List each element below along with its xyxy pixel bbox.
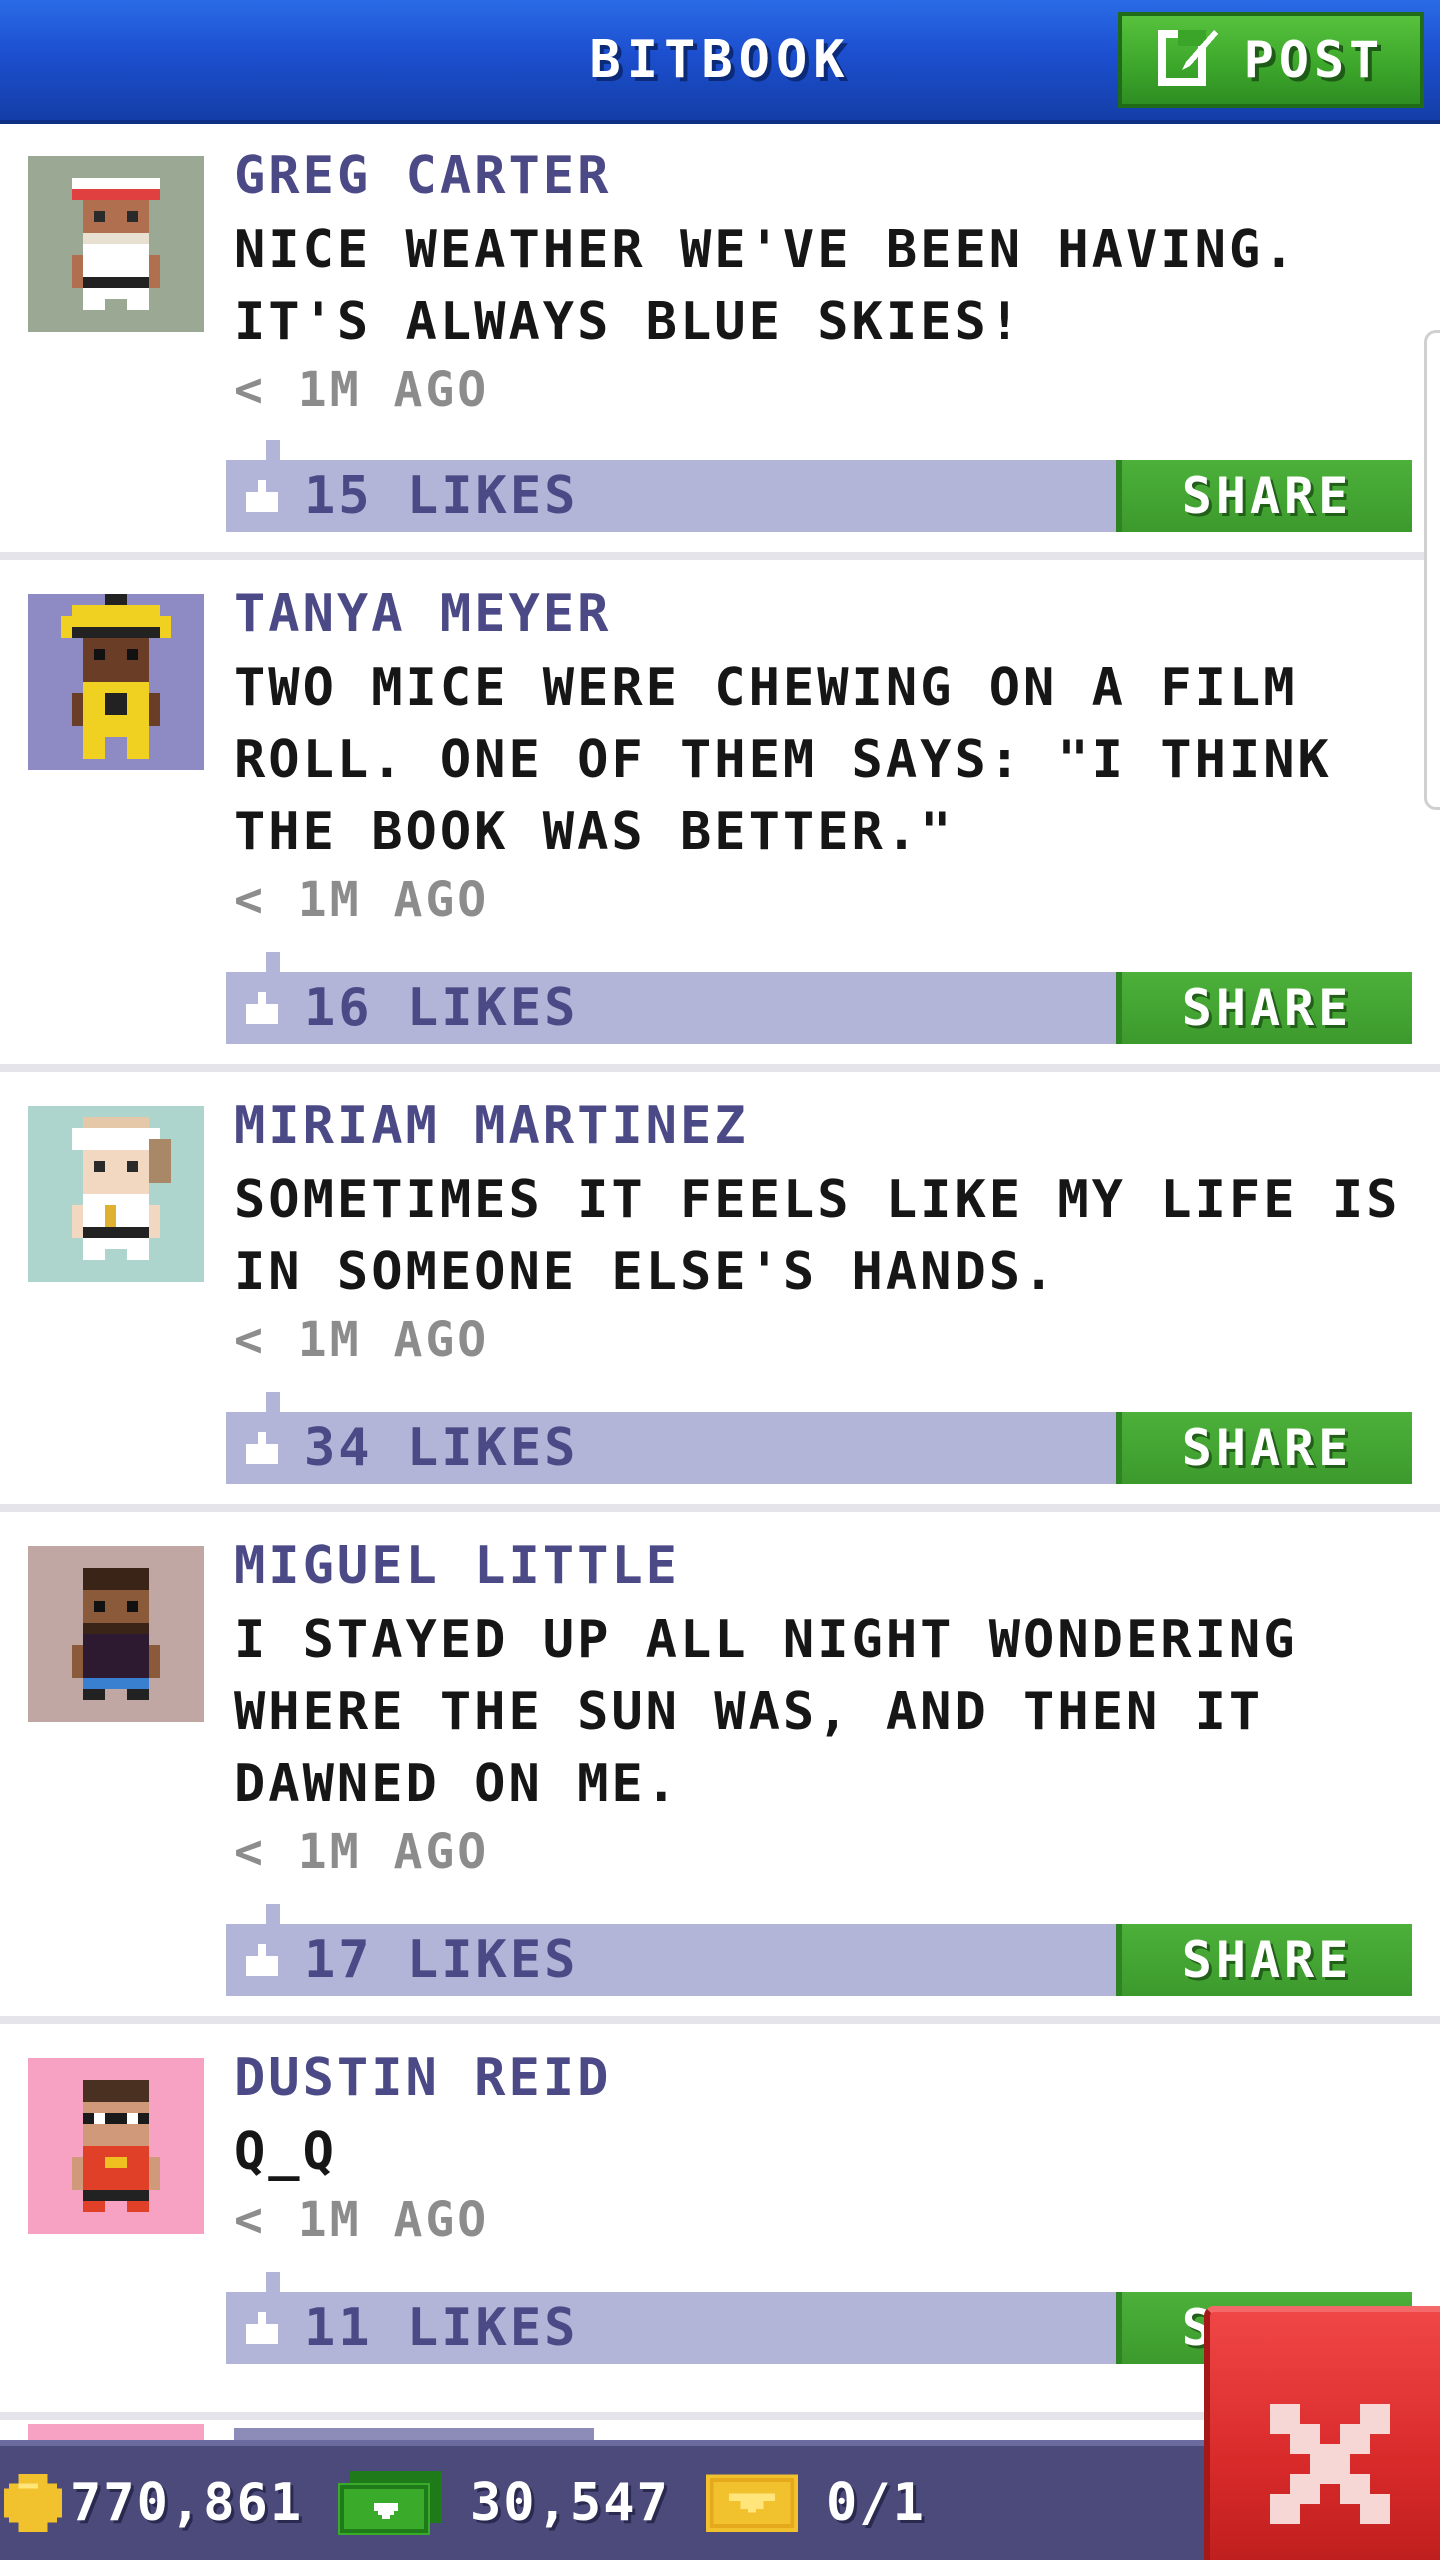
- post-time: < 1M AGO: [234, 872, 490, 928]
- ticket-icon: [706, 2474, 798, 2532]
- like-bar: 34 LIKES SHARE: [226, 1392, 1412, 1484]
- likes-count: 17 LIKES: [304, 1930, 579, 1990]
- post-author[interactable]: GREG CARTER: [234, 146, 611, 206]
- bux-stat: 30,547: [338, 2446, 670, 2560]
- like-bar: 16 LIKES SHARE: [226, 952, 1412, 1044]
- post-time: < 1M AGO: [234, 1824, 490, 1880]
- feed-post: GREG CARTER NICE WEATHER WE'VE BEEN HAVI…: [0, 128, 1440, 560]
- bux-count: 30,547: [470, 2473, 670, 2533]
- post-author: [234, 2428, 594, 2440]
- likes-count: 15 LIKES: [304, 466, 579, 526]
- avatar: [28, 2424, 204, 2440]
- share-button[interactable]: SHARE: [1116, 1924, 1412, 1996]
- thumbs-up-icon[interactable]: [242, 988, 282, 1028]
- close-button[interactable]: [1204, 2306, 1440, 2560]
- scrollbar[interactable]: [1424, 330, 1440, 810]
- post-author[interactable]: TANYA MEYER: [234, 584, 611, 644]
- avatar[interactable]: [28, 2058, 204, 2234]
- coin-icon: [4, 2474, 62, 2532]
- avatar[interactable]: [28, 1546, 204, 1722]
- compose-icon: [1157, 22, 1222, 98]
- likes-count: 11 LIKES: [304, 2298, 579, 2358]
- like-bar: 17 LIKES SHARE: [226, 1904, 1412, 1996]
- vip-stat: 0/1: [706, 2446, 926, 2560]
- feed-post: MIRIAM MARTINEZ SOMETIMES IT FEELS LIKE …: [0, 1072, 1440, 1512]
- post-message: I STAYED UP ALL NIGHT WONDERING WHERE TH…: [234, 1610, 1298, 1814]
- post-message: NICE WEATHER WE'VE BEEN HAVING. IT'S ALW…: [234, 220, 1298, 352]
- app-header: BITBOOK POST: [0, 0, 1440, 124]
- close-icon: [1270, 2404, 1390, 2524]
- share-button[interactable]: SHARE: [1116, 1412, 1412, 1484]
- post-time: < 1M AGO: [234, 1312, 490, 1368]
- avatar[interactable]: [28, 594, 204, 770]
- likes-count: 16 LIKES: [304, 978, 579, 1038]
- feed-post: MIGUEL LITTLE I STAYED UP ALL NIGHT WOND…: [0, 1512, 1440, 2024]
- feed-post: TANYA MEYER TWO MICE WERE CHEWING ON A F…: [0, 560, 1440, 1072]
- vip-count: 0/1: [826, 2473, 926, 2533]
- post-author[interactable]: MIRIAM MARTINEZ: [234, 1096, 749, 1156]
- post-message: SOMETIMES IT FEELS LIKE MY LIFE IS IN SO…: [234, 1170, 1401, 1302]
- post-author[interactable]: DUSTIN REID: [234, 2048, 611, 2108]
- post-author[interactable]: MIGUEL LITTLE: [234, 1536, 680, 1596]
- thumbs-up-icon[interactable]: [242, 2308, 282, 2348]
- thumbs-up-icon[interactable]: [242, 476, 282, 516]
- post-button-label: POST: [1243, 31, 1385, 89]
- post-time: < 1M AGO: [234, 2192, 490, 2248]
- share-button[interactable]: SHARE: [1116, 972, 1412, 1044]
- bux-icon: [338, 2471, 442, 2535]
- avatar[interactable]: [28, 156, 204, 332]
- post-message: TWO MICE WERE CHEWING ON A FILM ROLL. ON…: [234, 658, 1332, 862]
- coins-count: 770,861: [70, 2473, 304, 2533]
- thumbs-up-icon[interactable]: [242, 1428, 282, 1468]
- share-button[interactable]: SHARE: [1116, 460, 1412, 532]
- like-bar: 15 LIKES SHARE: [226, 440, 1412, 532]
- coins-stat: 770,861: [4, 2446, 303, 2560]
- post-button[interactable]: POST: [1118, 12, 1424, 108]
- post-message: Q_Q: [234, 2122, 337, 2182]
- likes-count: 34 LIKES: [304, 1418, 579, 1478]
- post-time: < 1M AGO: [234, 362, 490, 418]
- thumbs-up-icon[interactable]: [242, 1940, 282, 1980]
- avatar[interactable]: [28, 1106, 204, 1282]
